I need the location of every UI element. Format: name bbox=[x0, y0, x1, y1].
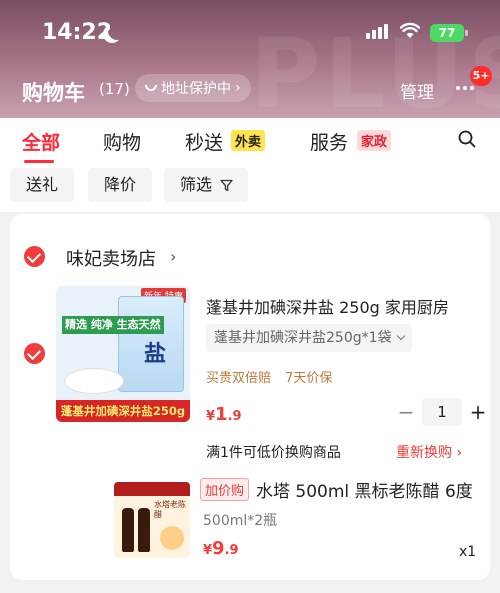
price-decimal: .9 bbox=[227, 409, 242, 424]
add-on-purchase-tag: 加价购 bbox=[200, 478, 250, 501]
price-integer: 1 bbox=[215, 404, 228, 425]
sku-label: 蓬基井加碘深井盐250g*1袋 bbox=[214, 330, 392, 346]
shop-checkbox[interactable] bbox=[24, 246, 45, 267]
gift-product-spec: 500ml*2瓶 bbox=[203, 513, 278, 529]
exchange-offer-text: 满1件可低价换购商品 bbox=[206, 445, 341, 461]
gift-product-image[interactable]: 水塔老陈醋 bbox=[114, 482, 190, 558]
product-checkbox[interactable] bbox=[24, 343, 45, 364]
address-protection-pill[interactable]: 地址保护中 › bbox=[135, 74, 251, 102]
address-protection-label: 地址保护中 bbox=[161, 81, 231, 97]
filter-price-drop[interactable]: 降价 bbox=[88, 168, 153, 202]
image-caption: 蓬基井加碘深井盐250g bbox=[56, 400, 190, 422]
vinegar-bottle-graphic bbox=[138, 508, 150, 552]
gift-image-label: 水塔老陈醋 bbox=[154, 500, 186, 519]
service-tag-double-refund: 买贵双倍赔 bbox=[206, 371, 272, 386]
quantity-stepper: − 1 + bbox=[396, 398, 488, 426]
battery-icon: 77 bbox=[430, 24, 468, 42]
moon-icon bbox=[108, 22, 126, 40]
gift-image-banner bbox=[114, 482, 190, 496]
image-salt-character: 盐 bbox=[144, 342, 167, 367]
signal-icon bbox=[366, 24, 388, 39]
decrease-button[interactable]: − bbox=[396, 399, 416, 425]
tab-shopping[interactable]: 购物 bbox=[103, 128, 141, 155]
service-tag-price-protect: 7天价保 bbox=[285, 371, 333, 386]
gift-quantity: x1 bbox=[459, 544, 477, 560]
tab-takeout-tag: 外卖 bbox=[231, 130, 266, 151]
cart-count: (17) bbox=[99, 80, 130, 98]
product-title[interactable]: 蓬基井加碘深井盐 250g 家用厨房 bbox=[206, 294, 490, 318]
gift-product-title[interactable]: 水塔 500ml 黑标老陈醋 6度 bbox=[256, 477, 473, 502]
tab-instant-delivery[interactable]: 秒送 bbox=[185, 128, 223, 155]
increase-button[interactable]: + bbox=[468, 399, 488, 425]
category-tabs: 全部 购物 秒送 外卖 服务 家政 bbox=[0, 118, 500, 166]
salt-pile-graphic bbox=[64, 368, 124, 394]
chevron-down-icon bbox=[396, 331, 405, 341]
product-price: ¥1.9 bbox=[206, 404, 242, 425]
status-time: 14:22 bbox=[42, 20, 113, 45]
chevron-right-icon: › bbox=[456, 445, 463, 461]
mascot-graphic bbox=[160, 526, 184, 550]
price-integer: 9 bbox=[212, 538, 225, 559]
smile-icon bbox=[145, 85, 157, 91]
price-decimal: .9 bbox=[224, 543, 239, 558]
filter-more[interactable]: 筛选 bbox=[164, 168, 249, 202]
gift-product-price: ¥9.9 bbox=[203, 538, 239, 559]
price-currency: ¥ bbox=[206, 409, 216, 424]
price-currency: ¥ bbox=[203, 543, 213, 558]
quantity-value[interactable]: 1 bbox=[422, 398, 462, 426]
funnel-icon bbox=[220, 179, 233, 192]
search-icon[interactable] bbox=[458, 130, 476, 148]
tab-all[interactable]: 全部 bbox=[22, 128, 60, 155]
chevron-right-icon: › bbox=[235, 80, 241, 96]
page-title: 购物车 bbox=[22, 81, 85, 105]
chevron-right-icon[interactable]: › bbox=[170, 247, 176, 266]
product-image[interactable]: 新年 特惠 盐 精选 纯净 生态天然 蓬基井加碘深井盐250g bbox=[56, 286, 190, 422]
reselect-exchange-button[interactable]: 重新换购 › bbox=[396, 442, 462, 462]
notification-badge: 5+ bbox=[470, 66, 492, 86]
tab-services[interactable]: 服务 bbox=[310, 128, 348, 155]
tab-active-indicator bbox=[24, 160, 54, 163]
manage-button[interactable]: 管理 bbox=[400, 78, 434, 103]
shop-card: 味妃卖场店 › 新年 特惠 盐 精选 纯净 生态天然 蓬基井加碘深井盐250g … bbox=[10, 214, 490, 580]
vinegar-bottle-graphic bbox=[122, 508, 134, 552]
filter-more-label: 筛选 bbox=[180, 175, 213, 194]
filter-gift[interactable]: 送礼 bbox=[10, 168, 75, 202]
more-icon[interactable] bbox=[456, 86, 474, 90]
shop-name[interactable]: 味妃卖场店 bbox=[66, 245, 156, 271]
wifi-icon bbox=[400, 22, 420, 38]
image-slogan: 精选 纯净 生态天然 bbox=[62, 316, 164, 334]
reselect-exchange-label: 重新换购 bbox=[396, 445, 452, 461]
sku-selector[interactable]: 蓬基井加碘深井盐250g*1袋 bbox=[206, 324, 412, 352]
status-bar: 14:22 77 bbox=[0, 0, 500, 64]
filter-bar: 送礼 降价 筛选 bbox=[0, 166, 500, 212]
tab-housekeeping-tag: 家政 bbox=[357, 130, 392, 151]
header: PLUS 14:22 77 购物车 (17) 地址保护中 › 管理 5+ bbox=[0, 0, 500, 118]
service-tags: 买贵双倍赔 7天价保 bbox=[206, 367, 342, 386]
